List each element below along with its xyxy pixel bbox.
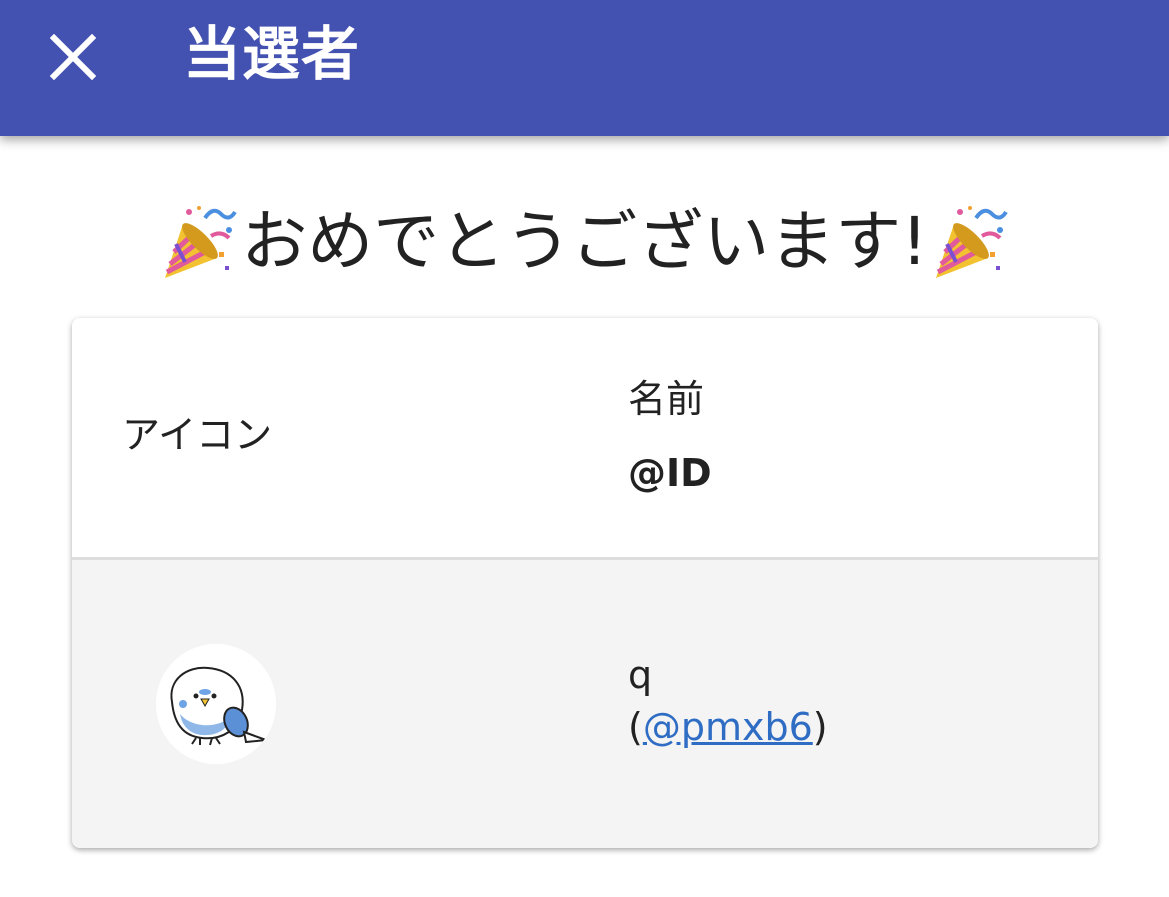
table-row: q (@pmxb6) — [72, 560, 1098, 848]
name-column-header: 名前 — [628, 377, 705, 421]
close-icon — [50, 34, 96, 80]
winner-id-link[interactable]: @pmxb6 — [643, 705, 813, 749]
congratulations-heading: おめでとうございます! — [0, 196, 1169, 288]
party-popper-icon — [935, 206, 1008, 278]
parakeet-avatar-icon — [156, 644, 276, 764]
id-column-header: @ID — [628, 451, 712, 495]
congratulations-text: おめでとうございます! — [241, 203, 928, 280]
avatar — [156, 644, 276, 764]
winner-name: q — [628, 653, 653, 697]
winner-id: (@pmxb6) — [628, 702, 828, 752]
table-header: アイコン 名前 @ID — [72, 318, 1098, 560]
app-bar: 当選者 — [0, 0, 1169, 136]
id-close-paren: ) — [812, 705, 828, 749]
party-popper-icon — [165, 206, 237, 278]
page-title: 当選者 — [183, 20, 361, 88]
close-button[interactable] — [34, 18, 112, 96]
winner-table: アイコン 名前 @ID q (@pmxb6) — [72, 318, 1098, 848]
icon-column-header: アイコン — [122, 413, 273, 457]
id-open-paren: ( — [628, 705, 643, 749]
